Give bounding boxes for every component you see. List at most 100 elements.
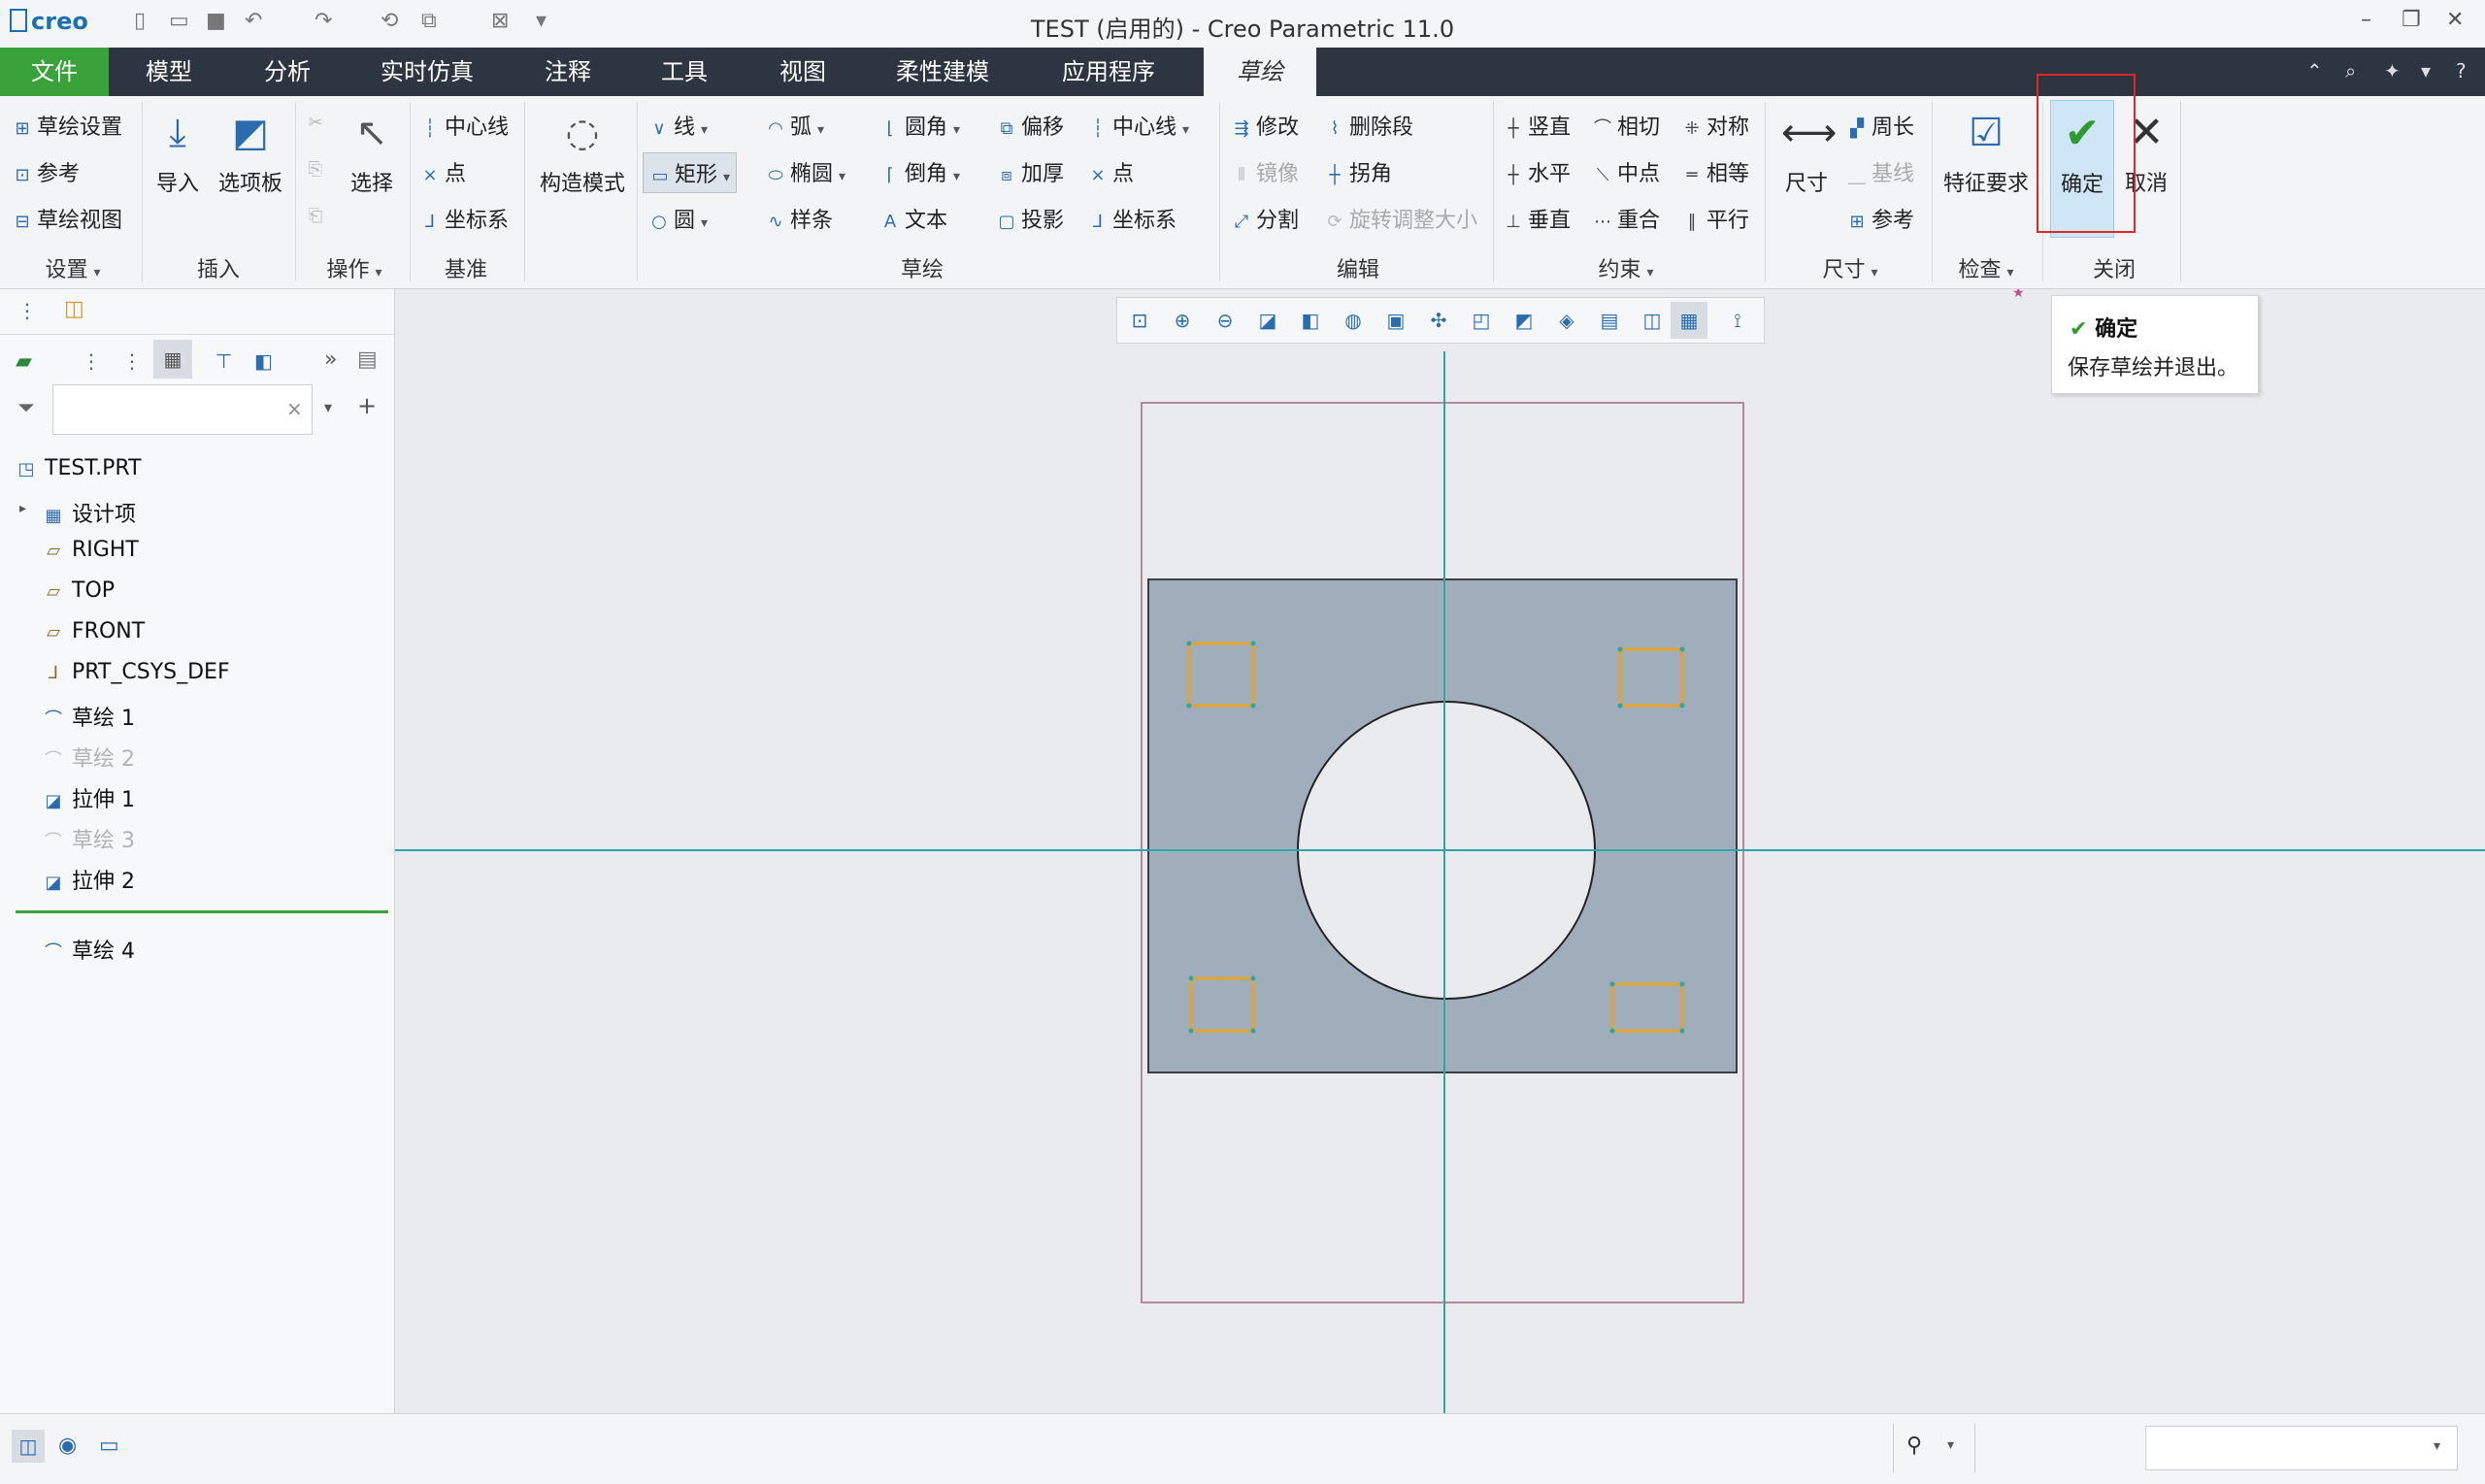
add-filter-icon[interactable]: + [357, 392, 377, 419]
graphics-canvas[interactable]: ★ [395, 289, 2485, 1413]
insert-here-line[interactable] [16, 910, 388, 913]
sketch-setup-button[interactable]: ⊞ 草绘设置 [12, 110, 122, 141]
tree-item-front[interactable]: ▱ FRONT [41, 619, 145, 643]
help-icon[interactable]: ? [2456, 59, 2467, 82]
zoom-in-icon[interactable]: ⊕ [1170, 308, 1195, 333]
tree-show-icon[interactable]: ⊤ [215, 349, 232, 373]
sketch-point-button[interactable]: × 点 [1087, 156, 1134, 187]
horizontal-constraint-button[interactable]: ┼ 水平 [1503, 156, 1571, 187]
group-inspect-label[interactable]: 检查 ▾ [1938, 252, 2035, 283]
repaint-icon[interactable]: ◪ [1255, 308, 1280, 333]
datum-display-icon[interactable]: ✣ [1426, 308, 1451, 333]
restore-icon[interactable]: ❐ [2402, 8, 2421, 32]
ellipse-button[interactable]: ⬭ 椭圆 ▾ [765, 156, 845, 187]
tab-file[interactable]: 文件 [0, 48, 109, 96]
navigator-toggle-icon[interactable]: ◫ [12, 1430, 45, 1463]
search-icon[interactable]: ⌕ [2345, 59, 2356, 82]
import-button[interactable]: ⤓ 导入 [148, 108, 208, 197]
paste-icon[interactable]: ⎗ [305, 203, 330, 227]
tree-item-sketch-3[interactable]: ⌒ 草绘 3 [41, 823, 135, 854]
feature-requirements-button[interactable]: ☑ 特征要求 [1938, 108, 2035, 197]
text-button[interactable]: A 文本 [879, 203, 947, 234]
spin-center-icon[interactable]: ◩ [1511, 308, 1537, 333]
fillet-button[interactable]: ⌊ 圆角 ▾ [879, 110, 960, 141]
sketch-graphics[interactable]: ★ [395, 289, 2485, 1413]
tree-item-extrude-1[interactable]: ◪ 拉伸 1 [41, 782, 135, 813]
baseline-button[interactable]: ⎽ 基线 [1846, 156, 1914, 187]
find-icon[interactable]: ⚲ [1906, 1434, 1922, 1458]
close-icon[interactable]: ✕ [2446, 8, 2464, 32]
select-button[interactable]: ↖ 选择 [340, 108, 404, 197]
constraint-display-icon[interactable]: ▦ [1671, 302, 1707, 339]
spline-button[interactable]: ∿ 样条 [765, 203, 833, 234]
tab-applications[interactable]: 应用程序 [1048, 48, 1169, 96]
minimize-icon[interactable]: – [2361, 8, 2371, 32]
rotate-resize-button[interactable]: ⟳ 旋转调整大小 [1324, 203, 1477, 234]
vertex-display-icon[interactable]: ⟟ [1725, 308, 1750, 333]
datum-point-button[interactable]: × 点 [419, 156, 466, 187]
references-button[interactable]: ⊡ 参考 [12, 156, 80, 187]
circle-button[interactable]: ○ 圆 ▾ [648, 203, 708, 234]
more-icon[interactable]: » [324, 347, 337, 372]
full-screen-icon[interactable]: ▭ [99, 1434, 119, 1458]
tree-item-top[interactable]: ▱ TOP [41, 578, 115, 603]
clear-search-icon[interactable]: × [286, 397, 303, 420]
saved-orientations-icon[interactable]: ◍ [1341, 308, 1366, 333]
corner-button[interactable]: ┼ 拐角 [1324, 156, 1392, 187]
thicken-button[interactable]: ⧈ 加厚 [996, 156, 1064, 187]
tangent-constraint-button[interactable]: ⌒ 相切 [1592, 110, 1660, 141]
sketch-csys-button[interactable]: ⅃ 坐标系 [1087, 203, 1176, 234]
layer-tree-tab-icon[interactable]: ◫ [64, 297, 84, 321]
perpendicular-constraint-button[interactable]: ⊥ 垂直 [1503, 203, 1571, 234]
find-dropdown-icon[interactable]: ▾ [1947, 1437, 1954, 1453]
arc-button[interactable]: ◠ 弧 ▾ [765, 110, 824, 141]
tree-filters-icon[interactable]: ⋮ [82, 349, 101, 373]
annotation-display-icon[interactable]: ◰ [1469, 308, 1494, 333]
modify-button[interactable]: ⇶ 修改 [1231, 110, 1299, 141]
tab-flexible-modeling[interactable]: 柔性建模 [881, 48, 1004, 96]
tab-sketch[interactable]: 草绘 [1204, 48, 1316, 96]
tree-layer-icon[interactable]: ◧ [254, 349, 273, 373]
group-settings-label[interactable]: 设置 ▾ [10, 252, 136, 283]
reference-dimension-button[interactable]: ⊞ 参考 [1846, 203, 1914, 234]
palette-button[interactable]: ◩ 选项板 [212, 108, 289, 197]
datum-centerline-button[interactable]: ┆ 中心线 [419, 110, 509, 141]
learning-icon[interactable]: ✦ [2384, 59, 2401, 82]
tree-search-input[interactable]: × [52, 384, 313, 435]
view-manager-icon[interactable]: ▣ [1383, 308, 1408, 333]
sketcher-display-icon[interactable]: ◫ [1640, 308, 1665, 333]
filter-dropdown-icon[interactable]: ▾ [324, 398, 332, 416]
browser-toggle-icon[interactable]: ◉ [58, 1434, 77, 1458]
dimension-button[interactable]: ⟷ 尺寸 [1773, 108, 1840, 197]
group-operations-label[interactable]: 操作 ▾ [301, 252, 408, 283]
tab-live-simulation[interactable]: 实时仿真 [369, 48, 485, 96]
sketch-view-button[interactable]: ⊟ 草绘视图 [12, 203, 122, 234]
tree-item-test-prt[interactable]: ◳ TEST.PRT [14, 456, 141, 480]
parallel-constraint-button[interactable]: ∥ 平行 [1681, 203, 1750, 234]
offset-button[interactable]: ⧉ 偏移 [996, 110, 1064, 141]
dropdown-icon[interactable]: ▾ [2421, 59, 2431, 82]
tree-item-prt-csys-def[interactable]: ⅃ PRT_CSYS_DEF [41, 660, 230, 684]
tree-item-sketch-1[interactable]: ⌒ 草绘 1 [41, 701, 135, 732]
expand-arrow-icon[interactable]: ▸ [19, 501, 26, 516]
line-button[interactable]: ∨ 线 ▾ [648, 110, 708, 141]
rectangle-button[interactable]: ▭ 矩形 ▾ [643, 152, 738, 193]
tree-item-right[interactable]: ▱ RIGHT [41, 538, 139, 562]
refit-icon[interactable]: ⊡ [1127, 308, 1152, 333]
divide-button[interactable]: ⤢ 分割 [1231, 203, 1299, 234]
tree-item-sketch-4[interactable]: ⌒ 草绘 4 [41, 934, 135, 965]
page-icon[interactable]: ▤ [357, 347, 378, 372]
delete-segment-button[interactable]: ⌇ 删除段 [1324, 110, 1413, 141]
tree-item-sketch-2[interactable]: ⌒ 草绘 2 [41, 742, 135, 773]
minimize-ribbon-icon[interactable]: ⌃ [2306, 59, 2323, 82]
project-button[interactable]: ▢ 投影 [996, 203, 1064, 234]
selection-filter-dropdown[interactable]: ▾ [2145, 1426, 2458, 1470]
perspective-icon[interactable]: ◈ [1554, 308, 1579, 333]
datum-csys-button[interactable]: ⅃ 坐标系 [419, 203, 509, 234]
tab-view[interactable]: 视图 [759, 48, 846, 96]
tab-annotate[interactable]: 注释 [524, 48, 612, 96]
model-tree-tab-icon[interactable]: ⋮ [17, 299, 37, 322]
group-dimension-label[interactable]: 尺寸 ▾ [1769, 252, 1932, 283]
tab-analysis[interactable]: 分析 [243, 48, 332, 96]
sketch-centerline-button[interactable]: ┆ 中心线 ▾ [1087, 110, 1189, 141]
